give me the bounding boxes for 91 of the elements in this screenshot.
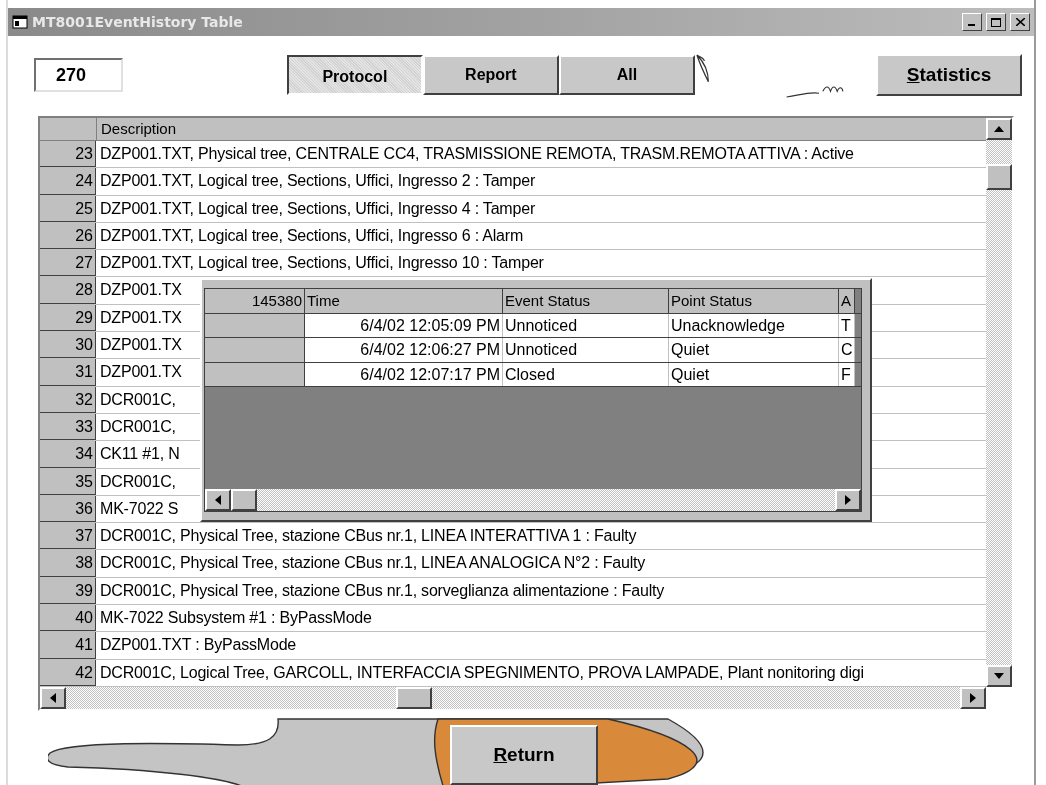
table-cell-text: DCR001C,: [99, 471, 177, 492]
table-cell-text: DZP001.TXT, Logical tree, Sections, Uffici, Ingresso 4 : Tamper: [99, 198, 536, 219]
down-arrow-icon: [994, 672, 1004, 679]
app-icon: [12, 14, 28, 30]
row-header[interactable]: [205, 313, 305, 337]
row-number: 39: [40, 577, 96, 605]
row-number: 27: [40, 250, 96, 277]
table-cell: Unnoticed: [503, 338, 669, 362]
row-number: 25: [40, 195, 96, 222]
table-cell-text: DZP001.TXT, Logical tree, Sections, Uffici, Ingresso 6 : Alarm: [99, 225, 525, 246]
table-cell: C: [839, 338, 855, 362]
row-number: 36: [40, 495, 96, 523]
row-number: 31: [40, 359, 96, 386]
left-arrow-icon: [50, 692, 56, 703]
right-arrow-icon: [970, 692, 976, 703]
right-arrow-icon: [845, 495, 851, 505]
row-number: 42: [40, 659, 96, 686]
table-cell-text: MK-7022 S: [99, 498, 180, 519]
horizontal-scrollbar[interactable]: [40, 686, 986, 709]
table-cell: Quiet: [669, 362, 839, 386]
close-icon: [1015, 18, 1025, 26]
table-cell-text: DZP001.TX: [99, 335, 183, 356]
row-number: 38: [40, 550, 96, 577]
maximize-icon: [991, 17, 1001, 27]
table-cell: Quiet: [669, 338, 839, 362]
minimize-button[interactable]: [962, 13, 982, 31]
scroll-thumb[interactable]: [231, 489, 257, 511]
table-cell-text: DZP001.TXT, Logical tree, Sections, Uffici, Ingresso 2 : Tamper: [99, 171, 536, 192]
horizontal-scrollbar[interactable]: [205, 489, 861, 511]
row-number: 35: [40, 468, 96, 495]
row-header[interactable]: [205, 362, 305, 386]
statistics-button[interactable]: Statistics: [876, 54, 1022, 96]
table-cell-text: DZP001.TXT, Logical tree, Sections, Uffici, Ingresso 10 : Tamper: [99, 253, 545, 274]
column-header[interactable]: Time: [305, 289, 503, 313]
table-cell-text: MK-7022 Subsystem #1 : ByPassMode: [99, 608, 373, 629]
filter-tab[interactable]: All: [558, 55, 695, 95]
row-number: 41: [40, 632, 96, 659]
table-cell: 6/4/02 12:05:09 PM: [305, 313, 503, 337]
record-number: 145380: [205, 289, 305, 313]
scroll-left-button[interactable]: [205, 489, 231, 511]
scroll-up-button[interactable]: [986, 118, 1012, 140]
row-number: 34: [40, 441, 96, 468]
row-number: 28: [40, 277, 96, 304]
table-cell-text: DZP001.TX: [99, 280, 183, 301]
window-title: MT8001EventHistory Table: [32, 14, 244, 30]
scroll-right-button[interactable]: [835, 489, 861, 511]
table-cell: F: [839, 362, 855, 386]
row-number: 29: [40, 304, 96, 332]
close-button[interactable]: [1010, 13, 1030, 31]
table-cell-text: DCR001C,: [99, 389, 177, 410]
row-number: 40: [40, 605, 96, 632]
column-header[interactable]: Point Status: [669, 289, 839, 313]
maximize-button[interactable]: [986, 13, 1006, 31]
table-cell-text: DZP001.TXT, Physical tree, CENTRALE CC4, TRASMISSIONE REMOTA, TRASM.REMOTA ATTIVA : Active: [99, 144, 855, 164]
row-number: 37: [40, 523, 96, 550]
filter-tab[interactable]: Protocol: [286, 55, 423, 95]
table-cell: T: [839, 313, 855, 337]
row-number: 33: [40, 413, 96, 441]
row-number: 32: [40, 386, 96, 413]
up-arrow-icon: [994, 126, 1004, 132]
column-header[interactable]: Event Status: [503, 289, 669, 313]
scroll-thumb[interactable]: [986, 163, 1012, 190]
table-cell: Closed: [503, 362, 669, 386]
table-cell-text: DZP001.TX: [99, 307, 183, 328]
scroll-right-button[interactable]: [960, 686, 986, 709]
table-cell: 6/4/02 12:06:27 PM: [305, 338, 503, 362]
scroll-down-button[interactable]: [986, 664, 1012, 687]
row-number: 26: [40, 222, 96, 250]
table-cell-text: DZP001.TX: [99, 362, 183, 383]
column-header[interactable]: A: [839, 289, 855, 313]
left-arrow-icon: [215, 495, 221, 505]
table-cell-text: DCR001C, Physical Tree, stazione CBus nr.1, LINEA INTERATTIVA 1 : Faulty: [99, 526, 638, 547]
table-cell-text: DCR001C, Logical Tree, GARCOLL, INTERFACCIA SPEGNIMENTO, PROVA LAMPADE, Plant nonitoring digi: [99, 662, 865, 683]
filter-tab[interactable]: Report: [422, 55, 559, 95]
count-field: 270: [34, 58, 123, 92]
table-cell-text: DCR001C,: [99, 416, 177, 437]
table-cell-text: DZP001.TXT : ByPassMode: [99, 635, 298, 656]
row-number: 24: [40, 168, 96, 195]
table-cell: Unnoticed: [503, 313, 669, 337]
row-number: 23: [40, 141, 96, 168]
table-cell-text: DCR001C, Physical Tree, stazione CBus nr.1, sorveglianza alimentazione : Faulty: [99, 580, 666, 601]
scroll-thumb[interactable]: [396, 686, 432, 709]
return-button[interactable]: Return: [450, 724, 598, 785]
table-cell: 6/4/02 12:07:17 PM: [305, 362, 503, 386]
vertical-scrollbar[interactable]: [986, 118, 1012, 687]
column-header[interactable]: Description: [97, 118, 986, 140]
table-cell-text: DCR001C, Physical Tree, stazione CBus nr.1, LINEA ANALOGICA N°2 : Faulty: [99, 553, 647, 574]
row-number: 30: [40, 332, 96, 359]
table-cell-text: CK11 #1, N: [99, 444, 181, 465]
scroll-left-button[interactable]: [40, 686, 66, 709]
table-cell: Unacknowledge: [669, 313, 839, 337]
